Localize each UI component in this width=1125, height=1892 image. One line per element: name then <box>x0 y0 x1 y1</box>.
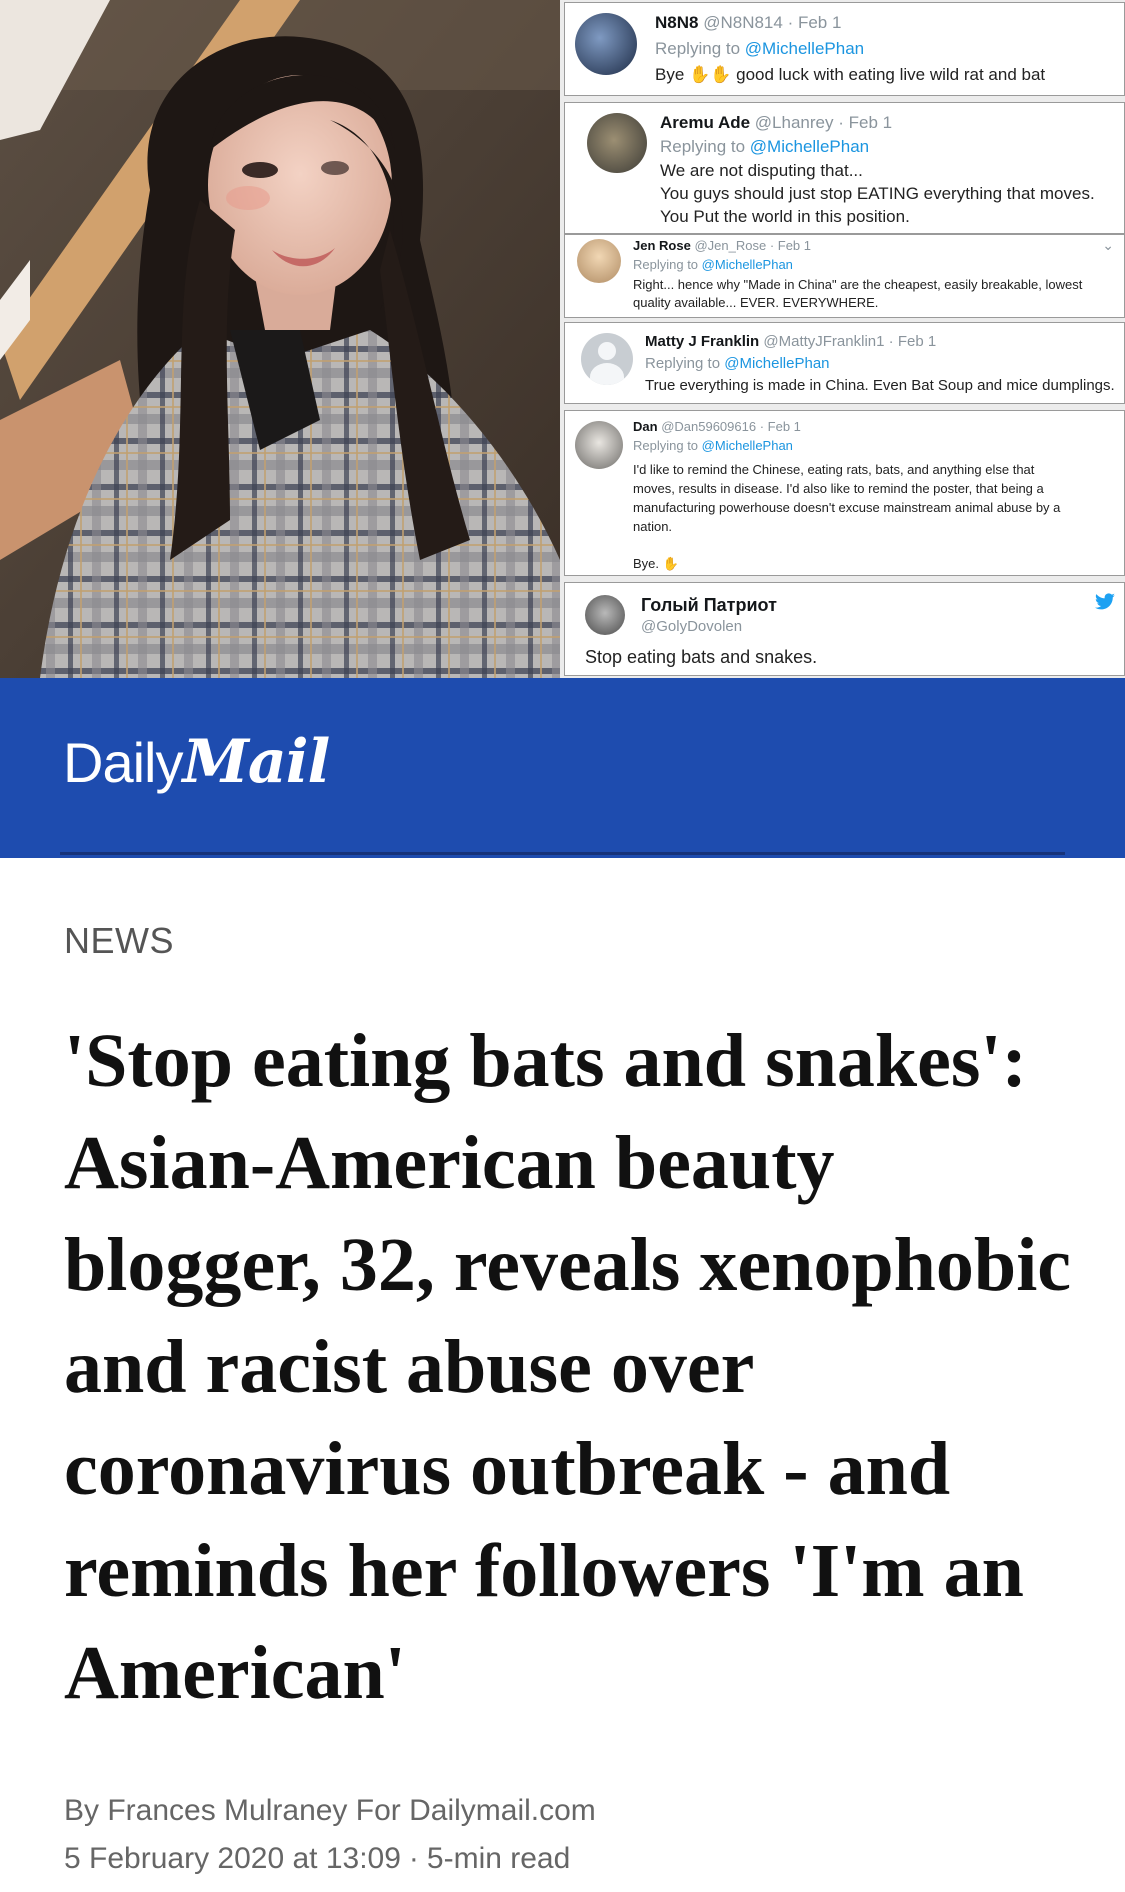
tweet-text: Stop eating bats and snakes. <box>585 647 818 667</box>
avatar <box>587 113 647 173</box>
tweet-author-name: Aremu Ade <box>660 113 751 132</box>
replying-label: Replying to <box>633 438 699 453</box>
dailymail-logo[interactable]: DailyMail <box>63 727 330 797</box>
article-byline: By Frances Mulraney For Dailymail.com <box>64 1794 596 1827</box>
read-time: 5-min read <box>426 1842 571 1875</box>
tweet-date: Feb 1 <box>848 113 893 132</box>
waving-hand-icon: ✋ <box>662 556 679 571</box>
tweet-collage: N8N8 @N8N814 · Feb 1 Replying to @Michel… <box>560 0 1125 678</box>
hero-image: N8N8 @N8N814 · Feb 1 Replying to @Michel… <box>0 0 1125 678</box>
twitter-bird-icon <box>1094 593 1116 616</box>
replying-label: Replying to <box>633 257 699 272</box>
tweet-date: Feb 1 <box>767 419 801 434</box>
avatar <box>585 595 625 635</box>
default-avatar-icon <box>581 333 633 385</box>
tweet-card: Matty J Franklin @MattyJFranklin1 · Feb … <box>564 322 1125 404</box>
tweet-text: We are not disputing that... <box>660 161 863 180</box>
article-meta: 5 February 2020 at 13:09 · 5-min read <box>64 1842 570 1876</box>
tweet-date: Feb 1 <box>797 13 842 32</box>
tweet-text: quality available... EVER. EVERYWHERE. <box>633 295 879 310</box>
tweet-handle: @GolyDovolen <box>641 618 743 635</box>
tweet-text: You Put the world in this position. <box>660 207 910 226</box>
logo-daily: Daily <box>63 731 183 794</box>
tweet-date: Feb 1 <box>777 238 812 253</box>
mention-link[interactable]: @MichellePhan <box>750 137 869 156</box>
chevron-down-icon[interactable]: ⌄ <box>1102 237 1114 254</box>
section-label[interactable]: NEWS <box>64 920 174 962</box>
replying-label: Replying to <box>645 355 721 372</box>
tweet-text: I'd like to remind the Chinese, eating r… <box>633 462 1035 477</box>
tweet-card: Голый Патриот @GolyDovolen Stop eating b… <box>564 582 1125 676</box>
mention-link[interactable]: @MichellePhan <box>702 257 793 272</box>
selfie-photo <box>0 0 560 678</box>
replying-label: Replying to <box>655 39 741 58</box>
tweet-card: N8N8 @N8N814 · Feb 1 Replying to @Michel… <box>564 2 1125 96</box>
tweet-author-name: N8N8 <box>655 13 699 32</box>
tweet-card: Dan @Dan59609616 · Feb 1 Replying to @Mi… <box>564 410 1125 576</box>
tweet-text: moves, results in disease. I'd also like… <box>633 481 1044 496</box>
replying-label: Replying to <box>660 137 746 156</box>
avatar <box>577 239 621 283</box>
tweet-text: good luck with eating live wild rat and … <box>736 65 1046 84</box>
avatar <box>575 13 637 75</box>
logo-mail: Mail <box>182 727 330 797</box>
tweet-author-name: Matty J Franklin <box>645 333 760 350</box>
tweet-date: Feb 1 <box>897 333 937 350</box>
tweet-handle: @Dan59609616 <box>661 419 757 434</box>
tweet-handle: @Jen_Rose <box>694 238 767 253</box>
masthead-divider <box>60 852 1065 855</box>
selfie-illustration <box>0 0 560 678</box>
tweet-text: Bye. <box>633 556 660 571</box>
publish-date: 5 February 2020 at 13:09 <box>64 1842 401 1875</box>
meta-separator: · <box>408 1842 419 1875</box>
tweet-handle: @Lhanrey <box>754 113 834 132</box>
mention-link[interactable]: @MichellePhan <box>724 355 829 372</box>
tweet-author-name: Dan <box>633 419 658 434</box>
tweet-text: nation. <box>633 519 673 534</box>
mention-link[interactable]: @MichellePhan <box>702 438 793 453</box>
mention-link[interactable]: @MichellePhan <box>745 39 864 58</box>
tweet-text: Bye <box>655 65 685 84</box>
tweet-card: Jen Rose @Jen_Rose · Feb 1 ⌄ Replying to… <box>564 234 1125 318</box>
tweet-card: Aremu Ade @Lhanrey · Feb 1 Replying to @… <box>564 102 1125 234</box>
waving-hand-icon: ✋✋ <box>689 65 732 84</box>
tweet-handle: @N8N814 <box>703 13 783 32</box>
tweet-text: manufacturing powerhouse doesn't excuse … <box>633 500 1061 515</box>
avatar <box>575 421 623 469</box>
tweet-handle: @MattyJFranklin1 <box>763 333 885 350</box>
tweet-text: True everything is made in China. Even B… <box>645 377 1115 394</box>
tweet-text: You guys should just stop EATING everyth… <box>660 184 1095 203</box>
tweet-author-name: Jen Rose <box>633 238 691 253</box>
article-headline: 'Stop eating bats and snakes': Asian-Ame… <box>64 1019 1072 1715</box>
tweet-author-name: Голый Патриот <box>641 595 777 615</box>
tweet-text: Right... hence why "Made in China" are t… <box>633 277 1083 292</box>
